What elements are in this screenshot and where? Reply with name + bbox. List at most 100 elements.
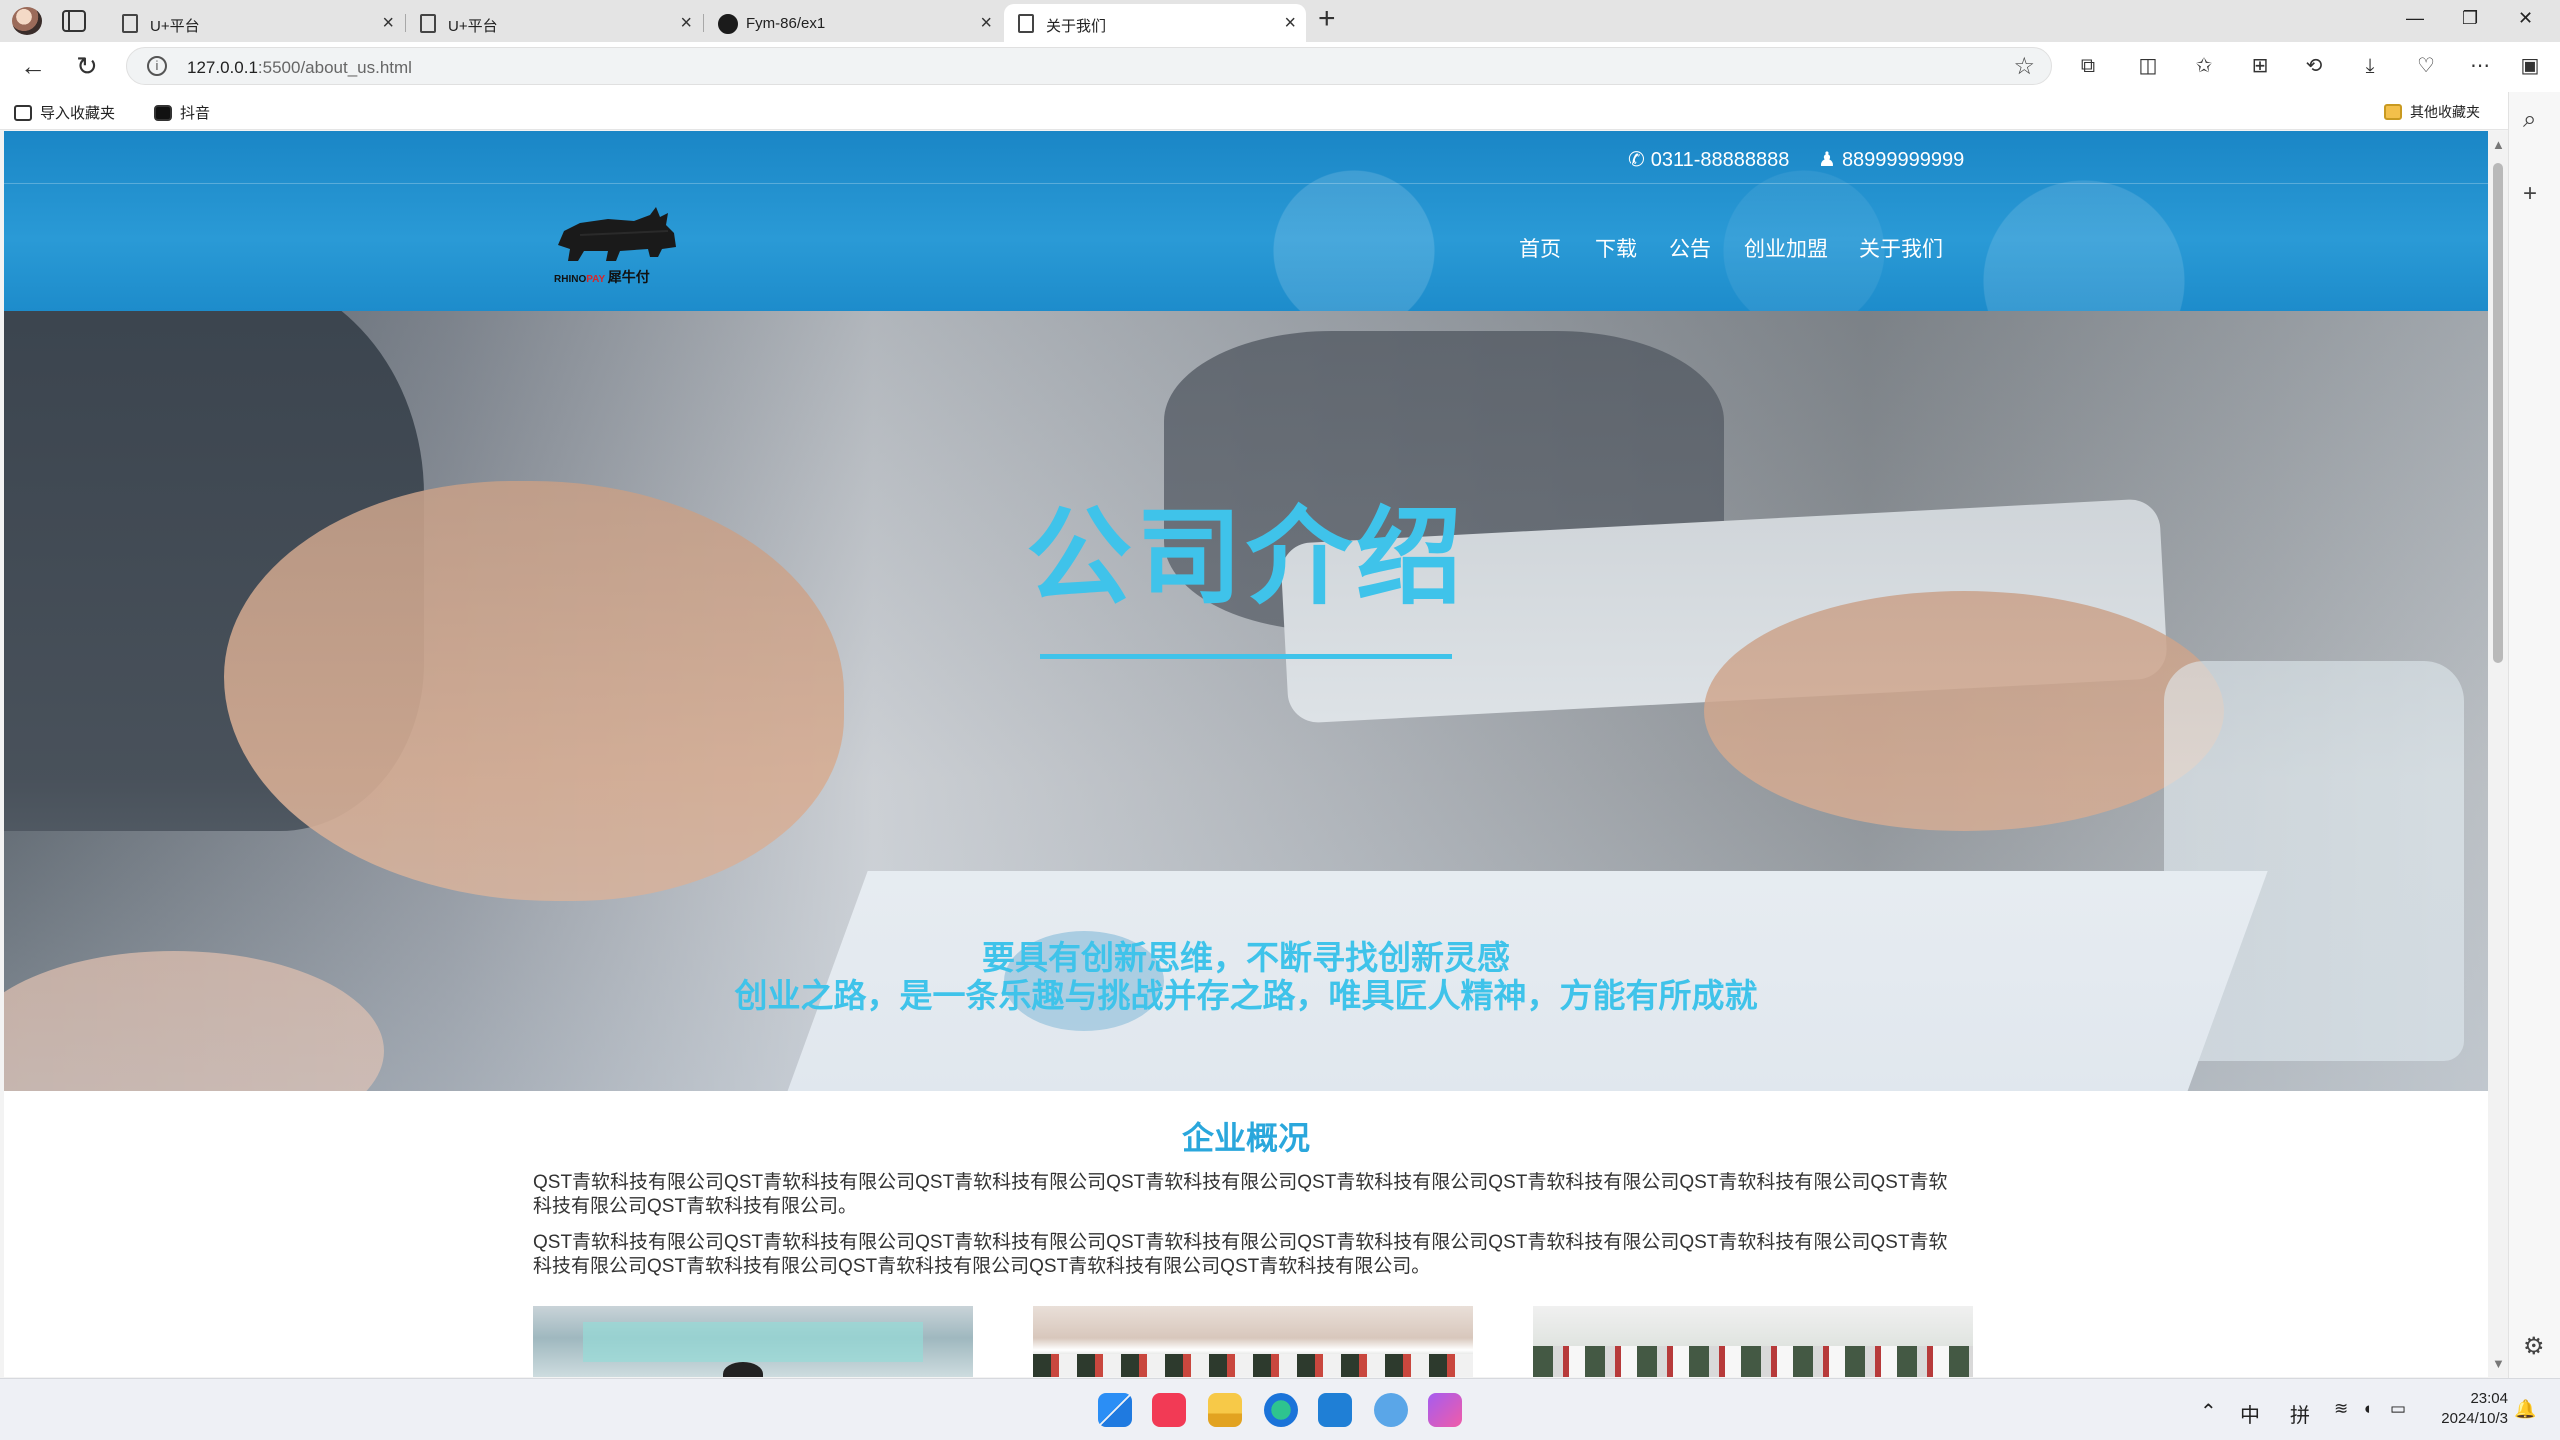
extensions-icon[interactable]: ⧉ [2076,54,2100,78]
tiktok-icon [154,105,172,121]
system-clock[interactable]: 23:04 2024/10/3 [2430,1389,2508,1429]
browser-essentials-icon[interactable]: ♡ [2414,54,2438,78]
wifi-icon[interactable]: ≋ [2334,1399,2348,1419]
nav-announcement[interactable]: 公告 [1669,233,1711,263]
bookmark-label: 抖音 [180,105,211,122]
edge-browser-icon[interactable] [1264,1393,1298,1427]
page-icon [1018,14,1034,33]
scroll-up-icon[interactable]: ▲ [2492,137,2505,152]
overview-title: 企业概况 [1181,1120,1310,1156]
split-screen-icon[interactable]: ◫ [2136,54,2160,78]
clock-time: 23:04 [2470,1390,2508,1407]
company-photo-classroom-1 [1033,1306,1473,1377]
copilot-app-icon[interactable] [1428,1393,1462,1427]
notification-bell-icon[interactable]: 🔔 [2514,1399,2536,1420]
bookmark-douyin[interactable]: 抖音 [154,102,210,123]
tab-title: U+平台 [448,18,498,35]
nav-download[interactable]: 下载 [1595,233,1637,263]
settings-gear-icon[interactable]: ⚙ [2523,1332,2545,1361]
tab-github[interactable]: Fym-86/ex1 × [704,4,1002,42]
browser-toolbar: ← ↻ i 127.0.0.1:5500/about_us.html ☆ ⧉ ◫… [0,42,2560,92]
paint-app-icon[interactable] [1374,1393,1408,1427]
site-logo[interactable]: RHINOPAY 犀牛付 [550,205,682,285]
close-icon[interactable]: × [382,12,394,35]
music-app-icon[interactable] [1152,1393,1186,1427]
close-icon[interactable]: × [980,12,992,35]
import-icon [14,105,32,121]
rhino-logo-icon [558,207,676,261]
tab-strip: U+平台 × U+平台 × Fym-86/ex1 × 关于我们 × + — ❐ … [0,0,2560,42]
collections-icon[interactable]: ⊞ [2248,54,2272,78]
bookmark-label: 其他收藏夹 [2410,104,2480,120]
banner-slogan-2: 创业之路，是一条乐趣与挑战并存之路，唯具匠人精神，方能有所成就 [734,977,1758,1014]
tab-title: 关于我们 [1046,18,1107,35]
favorite-star-icon[interactable]: ☆ [2013,52,2035,81]
classroom-people [1033,1354,1473,1377]
download-icon[interactable]: ⤓ [2358,54,2382,78]
tray-overflow-icon[interactable]: ⌃ [2200,1399,2217,1424]
search-icon[interactable]: ⌕ [2523,106,2536,134]
banner-title: 公司介绍 [1026,499,1466,617]
history-icon[interactable]: ⟲ [2302,54,2326,78]
tab-actions-icon[interactable] [62,10,86,32]
other-bookmarks[interactable]: 其他收藏夹 [2384,102,2480,122]
qq-penguin-icon: ♟ [1818,149,1836,171]
volume-icon[interactable]: ◖ [2362,1399,2372,1419]
minimize-icon[interactable]: — [2406,8,2424,29]
qq-number: 88999999999 [1841,149,1965,171]
logo-brand: RHINO [554,274,587,285]
sidebar-toggle-icon[interactable]: ▣ [2518,54,2542,78]
close-window-icon[interactable]: ✕ [2518,8,2533,29]
nav-franchise[interactable]: 创业加盟 [1744,233,1828,263]
hero-banner: 公司介绍 要具有创新思维，不断寻找创新灵感 创业之路，是一条乐趣与挑战并存之路，… [4,311,2488,1091]
taskbar: ⌃ 中 拼 ≋ ◖ ▭ 23:04 2024/10/3 🔔 [0,1378,2560,1440]
page-scrollbar[interactable]: ▲ ▼ [2488,131,2508,1377]
file-explorer-icon[interactable] [1208,1393,1242,1427]
favorites-icon[interactable]: ✩ [2192,54,2216,78]
page-viewport: ✆ 0311-88888888 ♟ 88999999999 RHINOPAY 犀牛付… [4,131,2488,1377]
logo-brand-accent: PAY [586,274,605,285]
new-tab-button[interactable]: + [1318,2,1336,36]
classroom-desks [1533,1346,1973,1377]
close-icon[interactable]: × [680,12,692,35]
start-windows-icon[interactable] [1098,1393,1132,1427]
profile-avatar[interactable] [12,7,42,35]
scrollbar-thumb[interactable] [2493,163,2503,663]
lobby-glass [583,1322,923,1362]
tab-u-platform-1[interactable]: U+平台 × [108,4,404,42]
logo-text: RHINOPAY 犀牛付 [554,267,650,287]
ime-language[interactable]: 中 [2240,1399,2260,1428]
vscode-icon[interactable] [1318,1393,1352,1427]
restore-icon[interactable]: ❐ [2462,8,2478,29]
overview-paragraph-2: QST青软科技有限公司QST青软科技有限公司QST青软科技有限公司QST青软科技… [533,1232,1948,1277]
site-info-icon[interactable]: i [147,56,167,76]
tab-u-platform-2[interactable]: U+平台 × [406,4,702,42]
nav-home[interactable]: 首页 [1519,233,1561,263]
back-button[interactable]: ← [20,51,46,82]
contact-phone: ✆ 0311-88888888 [1628,147,1789,172]
tab-title: Fym-86/ex1 [746,15,826,32]
phone-icon: ✆ [1628,149,1645,171]
close-icon[interactable]: × [1284,12,1296,35]
url-path: :5500/about_us.html [257,58,412,77]
url-host: 127.0.0.1 [187,58,258,77]
address-bar[interactable]: i 127.0.0.1:5500/about_us.html ☆ [126,47,2052,85]
tab-about-us[interactable]: 关于我们 × [1004,4,1306,42]
phone-number: 0311-88888888 [1650,149,1790,171]
refresh-button[interactable]: ↻ [76,51,98,82]
more-menu-icon[interactable]: ⋯ [2468,54,2492,78]
scroll-down-icon[interactable]: ▼ [2492,1356,2505,1371]
nav-about-us[interactable]: 关于我们 [1859,233,1943,263]
site-header: ✆ 0311-88888888 ♟ 88999999999 RHINOPAY 犀牛付… [4,131,2488,311]
bookmark-import[interactable]: 导入收藏夹 [14,102,115,123]
battery-icon[interactable]: ▭ [2390,1399,2406,1419]
company-photo-lobby [533,1306,973,1377]
logo-name: 犀牛付 [607,269,650,285]
add-icon[interactable]: + [2523,180,2537,208]
banner-underline [1040,654,1452,659]
url-text: 127.0.0.1:5500/about_us.html [187,58,412,78]
bookmarks-bar: 导入收藏夹 抖音 其他收藏夹 [0,92,2560,130]
clock-date: 2024/10/3 [2441,1410,2508,1427]
overview-paragraph-1: QST青软科技有限公司QST青软科技有限公司QST青软科技有限公司QST青软科技… [533,1172,1948,1217]
ime-mode[interactable]: 拼 [2290,1399,2310,1428]
